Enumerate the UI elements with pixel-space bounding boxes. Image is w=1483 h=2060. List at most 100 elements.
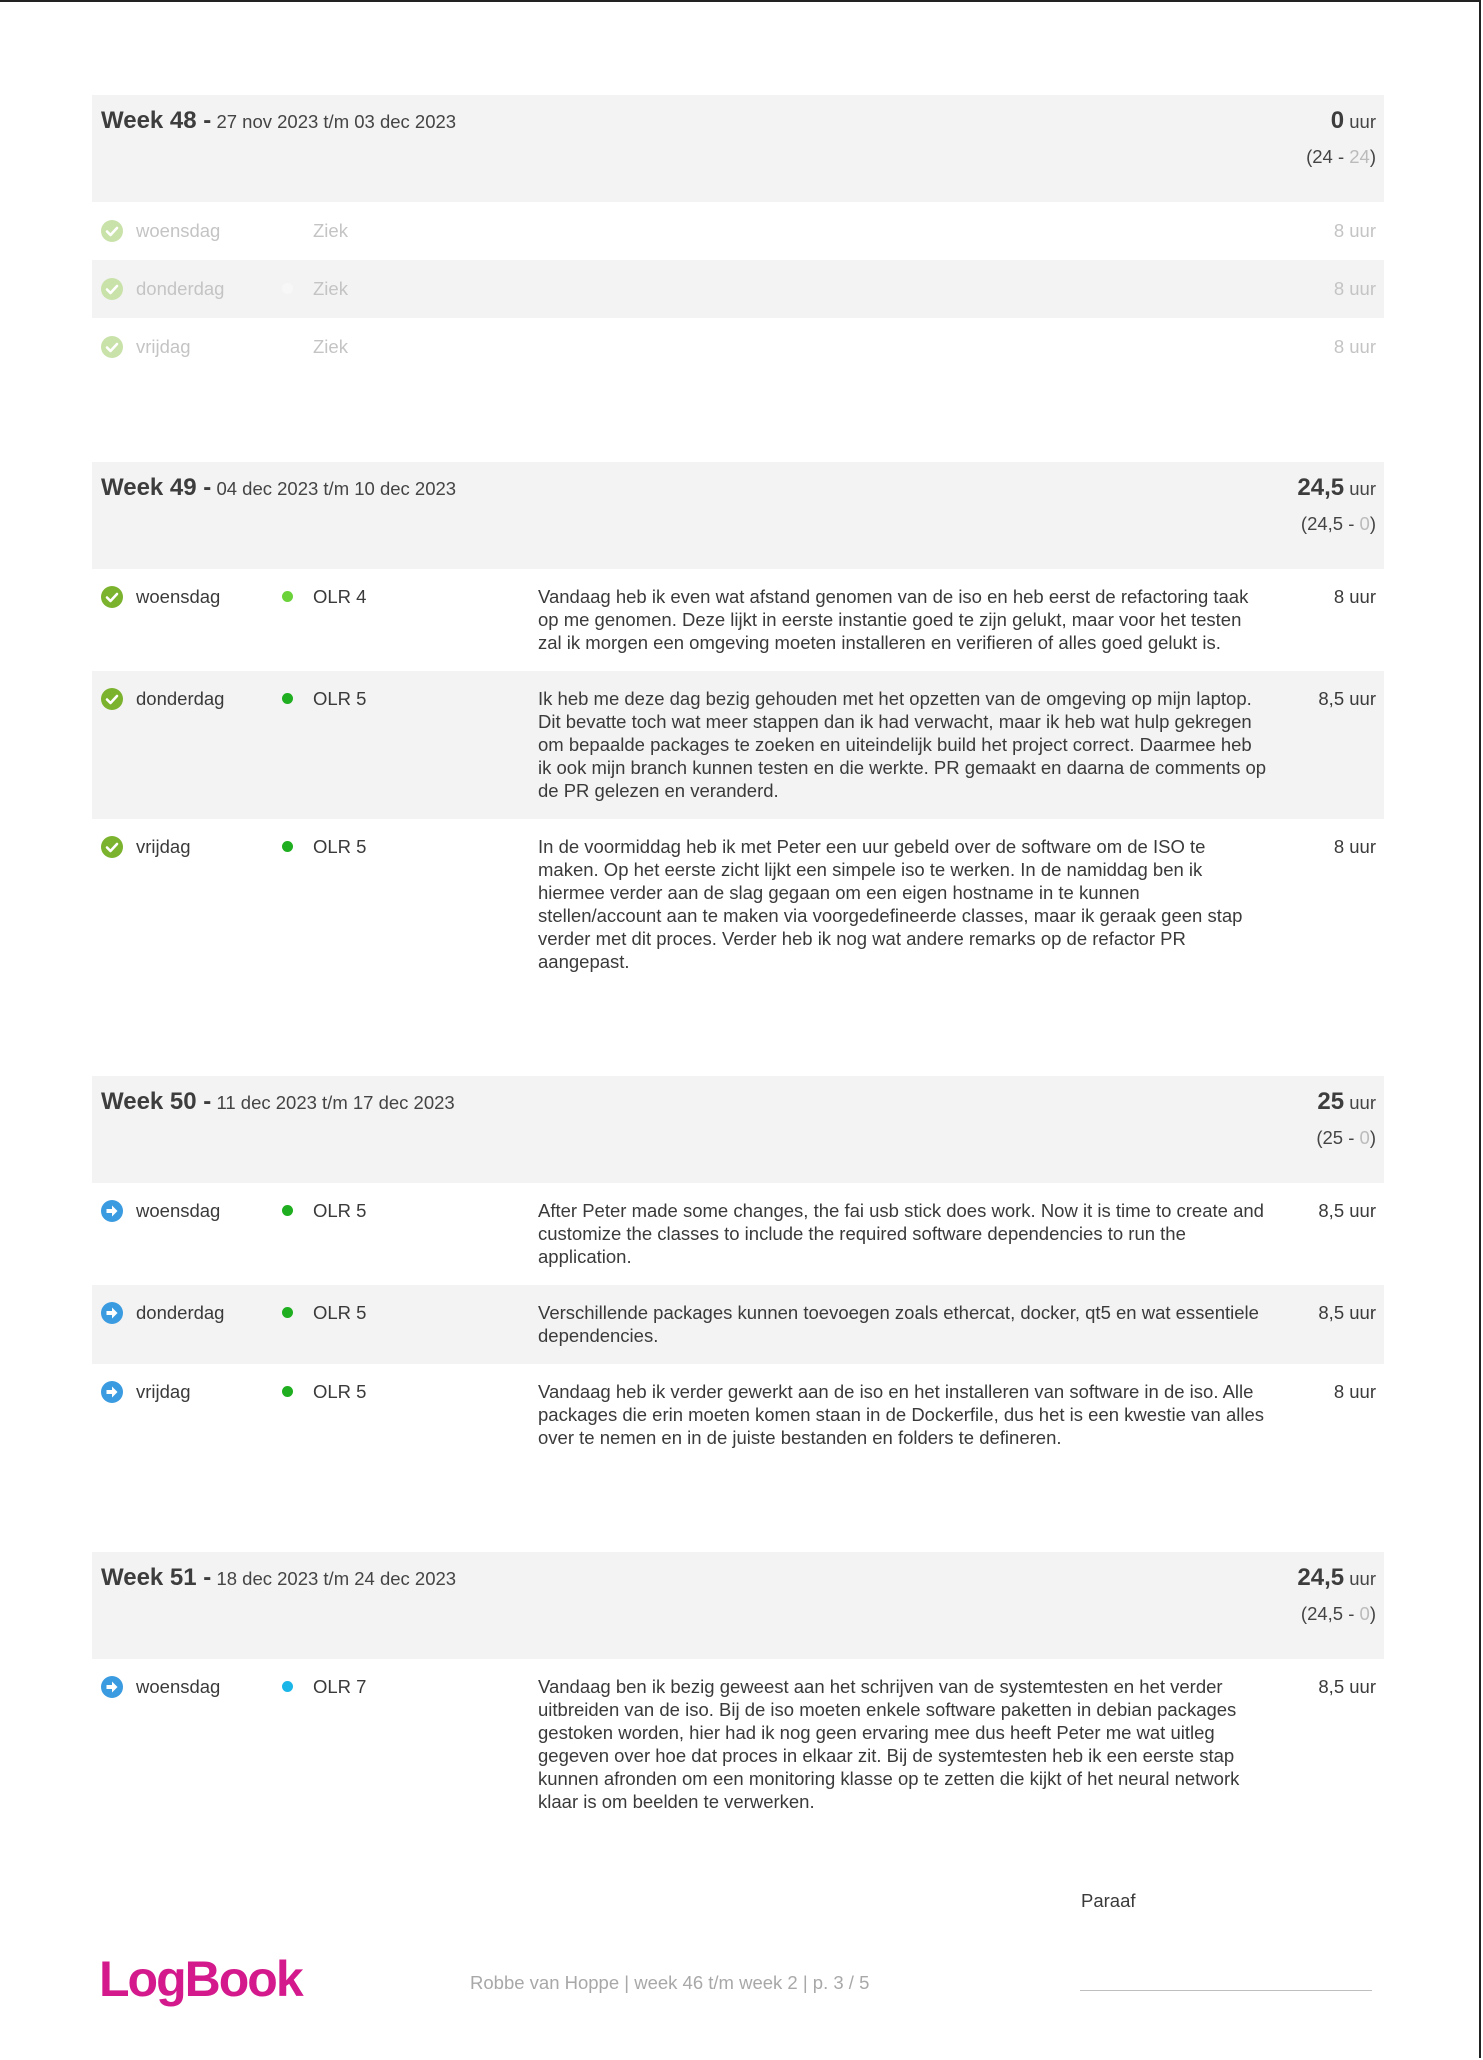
day-name: vrijdag (136, 1381, 191, 1402)
day-name: vrijdag (136, 336, 191, 357)
day-hours: 8,5 uur (1318, 1676, 1376, 1697)
day-name: woensdag (136, 220, 221, 241)
week-title: Week 50 - 11 dec 2023 t/m 17 dec 2023 (101, 1088, 455, 1116)
project-code: OLR 5 (313, 688, 367, 709)
check-circle-icon (101, 277, 125, 300)
day-entry-row: woensdag OLR 5 After Peter made some chang… (92, 1183, 1384, 1285)
project-code: OLR 5 (313, 1381, 367, 1402)
day-hours: 8 uur (1333, 836, 1376, 857)
check-circle-icon (101, 687, 125, 710)
signature-line (1080, 1990, 1372, 1991)
paraaf-label: Paraaf (1081, 1890, 1136, 1911)
check-circle-icon (101, 835, 125, 858)
balance-open: (24,5 - (1300, 513, 1360, 534)
project-dot-cell (278, 835, 313, 858)
balance-close: ) (1369, 1603, 1376, 1624)
day-entry-row: woensdag Ziek 8 uur (92, 202, 1384, 260)
week-range: 04 dec 2023 t/m 10 dec 2023 (216, 478, 457, 499)
week-header: Week 49 - 04 dec 2023 t/m 10 dec 2023 24,… (92, 462, 1384, 569)
day-name: woensdag (136, 586, 221, 607)
week-range: 11 dec 2023 t/m 17 dec 2023 (216, 1092, 455, 1113)
check-circle-icon (101, 585, 125, 608)
project-dot-cell (278, 1199, 313, 1222)
week-header: Week 51 - 18 dec 2023 t/m 24 dec 2023 24,… (92, 1552, 1384, 1659)
week-header: Week 48 - 27 nov 2023 t/m 03 dec 2023 0 u… (92, 95, 1384, 202)
arrow-right-circle-icon (101, 1675, 125, 1698)
day-name: vrijdag (136, 836, 191, 857)
week-header: Week 50 - 11 dec 2023 t/m 17 dec 2023 25 … (92, 1076, 1384, 1183)
day-description: Vandaag heb ik even wat afstand genomen … (538, 586, 1249, 653)
week-total-hours: 25 (1317, 1088, 1345, 1115)
week-title: Week 49 - 04 dec 2023 t/m 10 dec 2023 (101, 474, 456, 502)
balance-close: ) (1369, 146, 1376, 167)
balance-sub: 0 (1359, 1603, 1370, 1624)
day-name: donderdag (136, 1302, 225, 1323)
day-name: donderdag (136, 688, 225, 709)
week-total: 24,5 uur (1297, 1564, 1376, 1592)
week-title: Week 51 - 18 dec 2023 t/m 24 dec 2023 (101, 1564, 456, 1592)
week-total-unit: uur (1349, 1092, 1376, 1113)
project-color-dot (282, 1205, 293, 1216)
week-total-hours: 24,5 (1297, 1564, 1345, 1591)
day-name: donderdag (136, 278, 225, 299)
week-total-hours: 24,5 (1297, 474, 1345, 501)
week-title: Week 48 - 27 nov 2023 t/m 03 dec 2023 (101, 107, 456, 135)
week-label: Week 51 - (101, 1564, 212, 1591)
week-section: Week 49 - 04 dec 2023 t/m 10 dec 2023 24,… (92, 462, 1384, 990)
arrow-right-circle-icon (101, 1199, 125, 1222)
week-label: Week 49 - (101, 474, 212, 501)
day-entry-row: vrijdag OLR 5 Vandaag heb ik verder gewerk… (92, 1364, 1384, 1466)
project-code: Ziek (313, 336, 348, 357)
day-entry-row: donderdag Ziek 8 uur (92, 260, 1384, 318)
week-total: 0 uur (1331, 107, 1376, 135)
day-description: Vandaag heb ik verder gewerkt aan de iso… (538, 1381, 1265, 1448)
balance-open: (24,5 - (1300, 1603, 1360, 1624)
week-label: Week 48 - (101, 107, 212, 134)
project-color-dot (282, 283, 293, 294)
balance-close: ) (1369, 1127, 1376, 1148)
project-code: OLR 4 (313, 586, 367, 607)
day-description: Verschillende packages kunnen toevoegen … (538, 1302, 1259, 1346)
balance-sub: 0 (1359, 513, 1370, 534)
project-code: OLR 7 (313, 1676, 367, 1697)
week-balance: (24,5 - 0) (1301, 1603, 1376, 1625)
day-hours: 8 uur (1333, 1381, 1376, 1402)
day-description: After Peter made some changes, the fai u… (538, 1200, 1264, 1267)
day-description: Ik heb me deze dag bezig gehouden met he… (538, 688, 1267, 801)
day-entry-row: woensdag OLR 4 Vandaag heb ik even wat afs… (92, 569, 1384, 671)
day-hours: 8 uur (1333, 220, 1376, 241)
balance-open: (25 - (1316, 1127, 1360, 1148)
project-color-dot (282, 1386, 293, 1397)
project-dot-cell (278, 687, 313, 710)
week-balance: (24 - 24) (1306, 146, 1376, 168)
project-color-dot (282, 1681, 293, 1692)
week-total-unit: uur (1349, 478, 1376, 499)
day-description: Vandaag ben ik bezig geweest aan het sch… (538, 1676, 1240, 1812)
check-circle-icon (101, 219, 125, 242)
day-hours: 8 uur (1333, 278, 1376, 299)
week-total: 24,5 uur (1297, 474, 1376, 502)
day-entry-row: vrijdag OLR 5 In de voormiddag heb ik met … (92, 819, 1384, 990)
day-hours: 8 uur (1333, 586, 1376, 607)
project-code: OLR 5 (313, 1200, 367, 1221)
day-entry-row: donderdag OLR 5 Ik heb me deze dag bezig g… (92, 671, 1384, 819)
week-label: Week 50 - (101, 1088, 212, 1115)
balance-sub: 24 (1349, 146, 1370, 167)
project-code: OLR 5 (313, 836, 367, 857)
project-code: OLR 5 (313, 1302, 367, 1323)
day-name: woensdag (136, 1676, 221, 1697)
week-total-unit: uur (1349, 1568, 1376, 1589)
week-range: 27 nov 2023 t/m 03 dec 2023 (216, 111, 457, 132)
project-dot-cell (278, 1675, 313, 1698)
day-entry-row: vrijdag Ziek 8 uur (92, 318, 1384, 376)
day-name: woensdag (136, 1200, 221, 1221)
day-hours: 8,5 uur (1318, 1302, 1376, 1323)
day-entry-row: woensdag OLR 7 Vandaag ben ik bezig gewees… (92, 1659, 1384, 1830)
balance-close: ) (1369, 513, 1376, 534)
project-color-dot (282, 693, 293, 704)
project-color-dot (282, 591, 293, 602)
balance-sub: 0 (1359, 1127, 1370, 1148)
project-dot-cell (278, 1380, 313, 1403)
week-total-unit: uur (1349, 111, 1376, 132)
project-code: Ziek (313, 278, 348, 299)
